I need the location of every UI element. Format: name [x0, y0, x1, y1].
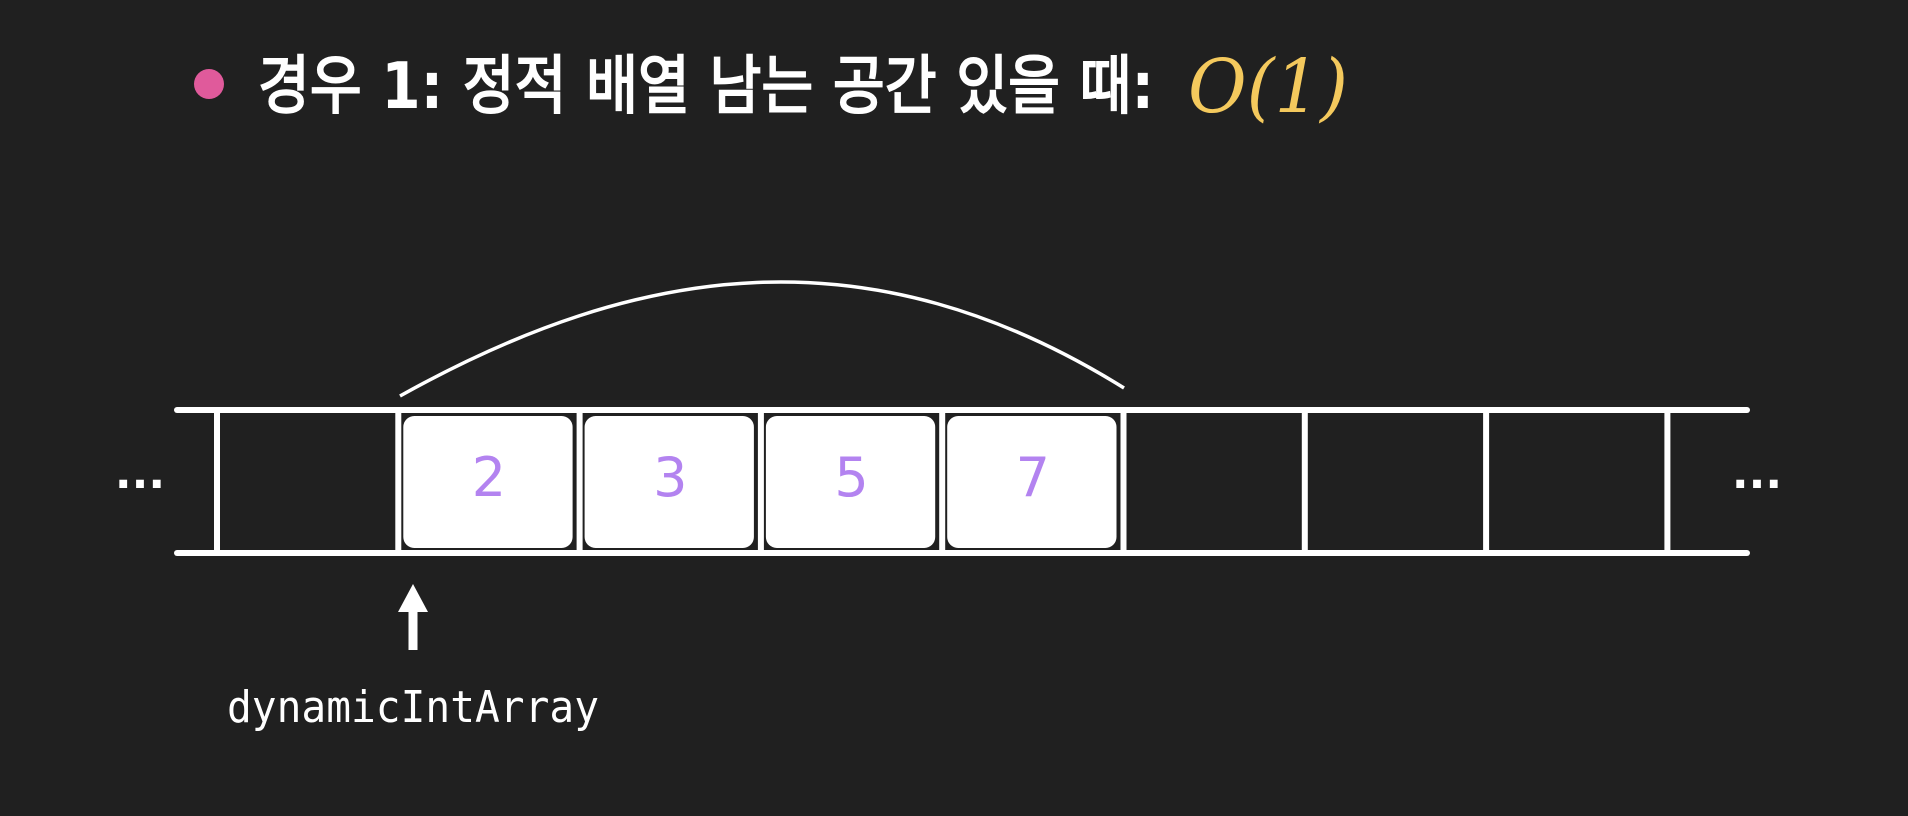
array-cell-value: 3	[653, 446, 687, 509]
pointer-arrow-icon	[398, 584, 428, 612]
pointer-label: dynamicIntArray	[227, 682, 599, 733]
slide-heading: 경우 1: 정적 배열 남는 공간 있을 때:	[258, 50, 1154, 124]
array-diagram: 경우 1: 정적 배열 남는 공간 있을 때: O(1) ... ... 2 3 5…	[115, 44, 1782, 733]
right-ellipsis: ...	[1732, 448, 1782, 499]
array-cells: 2 3 5 7	[214, 413, 1671, 550]
slide: 경우 1: 정적 배열 남는 공간 있을 때: O(1) ... ... 2 3 5…	[0, 0, 1908, 816]
span-arc	[399, 280, 1125, 398]
complexity-label: O(1)	[1188, 44, 1348, 130]
left-ellipsis: ...	[115, 448, 165, 499]
array-cell-value: 2	[472, 446, 506, 509]
array-cell-value: 7	[1016, 446, 1050, 509]
bullet-dot	[194, 69, 224, 99]
array-cell-value: 5	[834, 446, 868, 509]
